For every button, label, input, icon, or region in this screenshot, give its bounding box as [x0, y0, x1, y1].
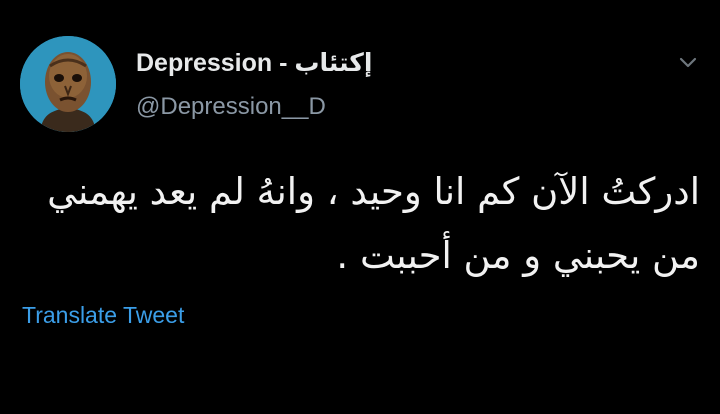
author-display-name[interactable]: Depression - إكتئاب: [136, 48, 372, 78]
translate-tweet-link[interactable]: Translate Tweet: [22, 302, 184, 329]
author-handle[interactable]: @Depression__D: [136, 93, 326, 121]
tweet-card: Depression - إكتئاب @Depression__D ادركت…: [0, 0, 720, 414]
tweet-text-line: ادركتُ الآن كم انا وحيد ، وانهُ لم يعد ي…: [47, 170, 700, 213]
tweet-text: ادركتُ الآن كم انا وحيد ، وانهُ لم يعد ي…: [20, 160, 700, 288]
chevron-down-icon[interactable]: [676, 52, 700, 72]
avatar[interactable]: [20, 36, 116, 132]
tweet-text-line: من يحبني و من أحببت .: [336, 234, 700, 277]
avatar-image: [20, 36, 116, 132]
